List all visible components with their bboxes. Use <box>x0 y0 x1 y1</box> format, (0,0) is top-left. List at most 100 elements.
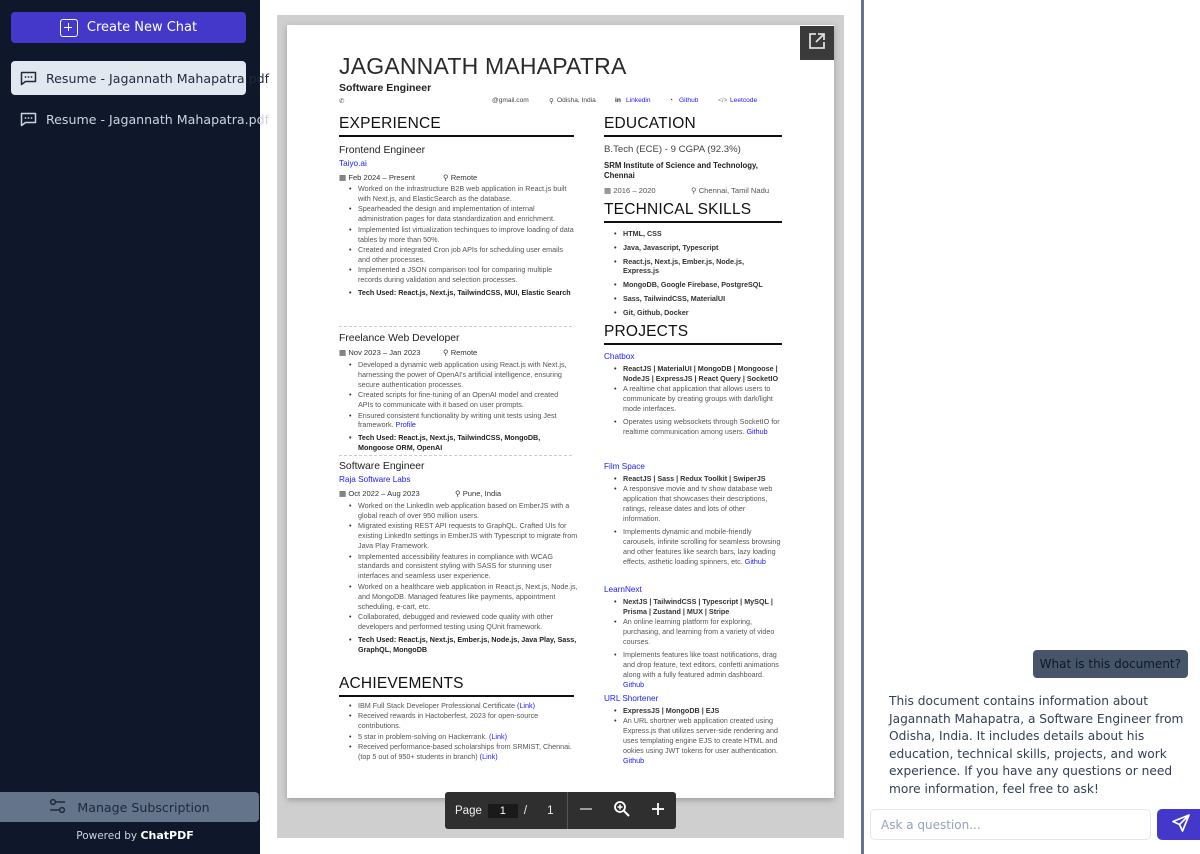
contact-email: @gmail.com <box>492 97 529 104</box>
create-new-chat-button[interactable]: Create New Chat <box>11 12 246 43</box>
dashed-divider <box>339 455 572 456</box>
chat-history-item[interactable]: Resume - Jagannath Mahapatra.pdf <box>11 61 269 95</box>
achievement: IBM Full Stack Developer Professional Ce… <box>349 701 579 711</box>
achievement-link[interactable]: (Link) <box>480 752 498 761</box>
section-rule <box>339 695 574 697</box>
bullet: Implements dynamic and mobile-friendly c… <box>614 527 784 567</box>
project-name[interactable]: Film Space <box>604 462 645 471</box>
job-company[interactable]: Raja Software Labs <box>339 475 410 484</box>
education-school: SRM Institute of Science and Technology,… <box>604 161 758 180</box>
bullet: An URL shortner web application created … <box>614 716 784 766</box>
page-number-input[interactable]: 1 <box>487 803 518 818</box>
pdf-page: JAGANNATH MAHAPATRA Software Engineer ✆ … <box>287 25 834 798</box>
message-dots-icon <box>20 71 37 86</box>
bullet: A responsive movie and tv show database … <box>614 484 784 524</box>
project-stack: NextJS | TailwindCSS | Typescript | MySQ… <box>614 597 784 617</box>
achievement-link[interactable]: (Link) <box>517 701 535 710</box>
github-link[interactable]: Github <box>623 756 644 765</box>
experience-heading: EXPERIENCE <box>339 115 441 132</box>
profile-link[interactable]: Profile <box>396 420 416 429</box>
leetcode-link[interactable]: Leetcode <box>730 97 757 104</box>
github-link[interactable]: Github <box>679 97 698 104</box>
tech-used: Tech Used: React.js, Next.js, Ember.js, … <box>349 635 579 655</box>
bullet: Worked on the LinkedIn web application b… <box>349 501 579 521</box>
external-link-icon <box>808 32 826 54</box>
skill: Sass, TailwindCSS, MaterialUI <box>614 294 779 304</box>
project-name[interactable]: URL Shortener <box>604 694 658 703</box>
github-link[interactable]: Github <box>746 427 767 436</box>
chat-history-label: Resume - Jagannath Mahapatra.pdf <box>46 111 270 127</box>
achievement-text: Received rewards in Hactoberfest, 2023 f… <box>358 711 539 731</box>
section-rule <box>604 221 782 223</box>
job-dates: Nov 2023 – Jan 2023 <box>348 348 421 357</box>
education-degree: B.Tech (ECE) - 9 CGPA (92.3%) <box>604 144 741 155</box>
skill: Java, Javascript, Typescript <box>614 243 779 253</box>
achievement-text: IBM Full Stack Developer Professional Ce… <box>358 701 515 710</box>
bullet: Ensured consistent functionality by writ… <box>349 411 574 431</box>
project-name[interactable]: LearnNext <box>604 585 642 594</box>
zoom-out-button[interactable] <box>578 801 594 820</box>
bullet: Worked on a healthcare web application i… <box>349 582 579 612</box>
zoom-in-button[interactable] <box>650 801 666 820</box>
skills-heading: TECHNICAL SKILLS <box>604 201 752 218</box>
open-in-new-window-button[interactable] <box>800 26 834 60</box>
skill: React.js, Next.js, Ember.js, Node.js, Ex… <box>614 257 779 277</box>
github-link[interactable]: Github <box>745 557 766 566</box>
achievement: Received performance-based scholarships … <box>349 742 579 762</box>
skill: MongoDB, Google Firebase, PostgreSQL <box>614 280 779 290</box>
dashed-divider <box>339 326 572 327</box>
skill: HTML, CSS <box>614 229 779 239</box>
job-meta: ▦ Feb 2024 – Present ⚲ Remote <box>339 173 477 182</box>
bullet: Implemented accessibility features in co… <box>349 552 579 582</box>
job-dates: Oct 2022 – Aug 2023 <box>348 489 420 498</box>
project-bullets: ReactJS | Sass | Redux Toolkit | SwiperJ… <box>614 474 784 567</box>
sidebar: Create New Chat Resume - Jagannath Mahap… <box>0 0 269 854</box>
page-separator: / <box>523 804 528 817</box>
education-dates: 2016 – 2020 <box>613 186 656 195</box>
job-company[interactable]: Taiyo.ai <box>339 159 367 168</box>
plus-icon <box>652 803 665 815</box>
question-input[interactable] <box>870 809 1151 840</box>
job-bullets: Developed a dynamic web application usin… <box>349 360 574 454</box>
manage-subscription-button[interactable]: Manage Subscription <box>0 792 259 822</box>
bullet: Worked on the infrastructure B2B web app… <box>349 184 574 204</box>
user-message: What is this document? <box>1032 650 1188 678</box>
bullet: Implements features like toast notificat… <box>614 650 784 690</box>
project-name[interactable]: Chatbox <box>604 352 635 361</box>
achievement: Received rewards in Hactoberfest, 2023 f… <box>349 711 579 731</box>
job-location: Remote <box>450 173 478 182</box>
linkedin-icon: in <box>615 97 621 104</box>
linkedin-link[interactable]: Linkedin <box>626 97 651 104</box>
bullet-text: Ensured consistent functionality by writ… <box>358 410 557 430</box>
achievement-link[interactable]: (Link) <box>489 732 507 741</box>
section-rule <box>604 343 782 345</box>
achievement-text: Received performance-based scholarships … <box>358 742 572 762</box>
powered-by: Powered by ChatPDF <box>0 829 270 842</box>
contact-location: Odisha, India <box>557 97 596 104</box>
projects-heading: PROJECTS <box>604 323 689 340</box>
bullet: An online learning platform for explorin… <box>614 617 784 647</box>
bullet: Spearheaded the design and implementatio… <box>349 204 574 224</box>
assistant-message: This document contains information about… <box>889 694 1184 796</box>
bullet: A realtime chat application that allows … <box>614 384 784 414</box>
pdf-viewer[interactable]: JAGANNATH MAHAPATRA Software Engineer ✆ … <box>277 15 844 838</box>
send-button[interactable] <box>1157 809 1200 840</box>
job-meta: ▦ Oct 2022 – Aug 2023 ⚲ Pune, India <box>339 489 501 498</box>
contact-row: ✆ @gmail.com ⚲ Odisha, India in Linkedin… <box>339 97 779 107</box>
chat-history-item[interactable]: Resume - Jagannath Mahapatra.pdf <box>11 102 269 136</box>
create-new-chat-label: Create New Chat <box>86 20 198 35</box>
job-role: Software Engineer <box>339 461 425 472</box>
zoom-reset-button[interactable] <box>613 800 631 821</box>
location-pin-icon: ⚲ <box>455 489 461 498</box>
job-bullets: Worked on the infrastructure B2B web app… <box>349 184 574 298</box>
bullet: Created and integrated Cron job APIs for… <box>349 245 574 265</box>
skill: Git, Github, Docker <box>614 308 779 318</box>
resume-name: JAGANNATH MAHAPATRA <box>339 53 627 79</box>
github-link[interactable]: Github <box>623 680 644 689</box>
bullet-text: Implements features like toast notificat… <box>623 650 779 679</box>
github-icon: ◔ <box>669 97 673 104</box>
achievement-text: 5 star in problem-solving on Hackerrank. <box>358 731 488 741</box>
calendar-icon: ▦ <box>339 173 347 182</box>
job-role: Freelance Web Developer <box>339 333 460 344</box>
job-location: Remote <box>450 348 478 357</box>
